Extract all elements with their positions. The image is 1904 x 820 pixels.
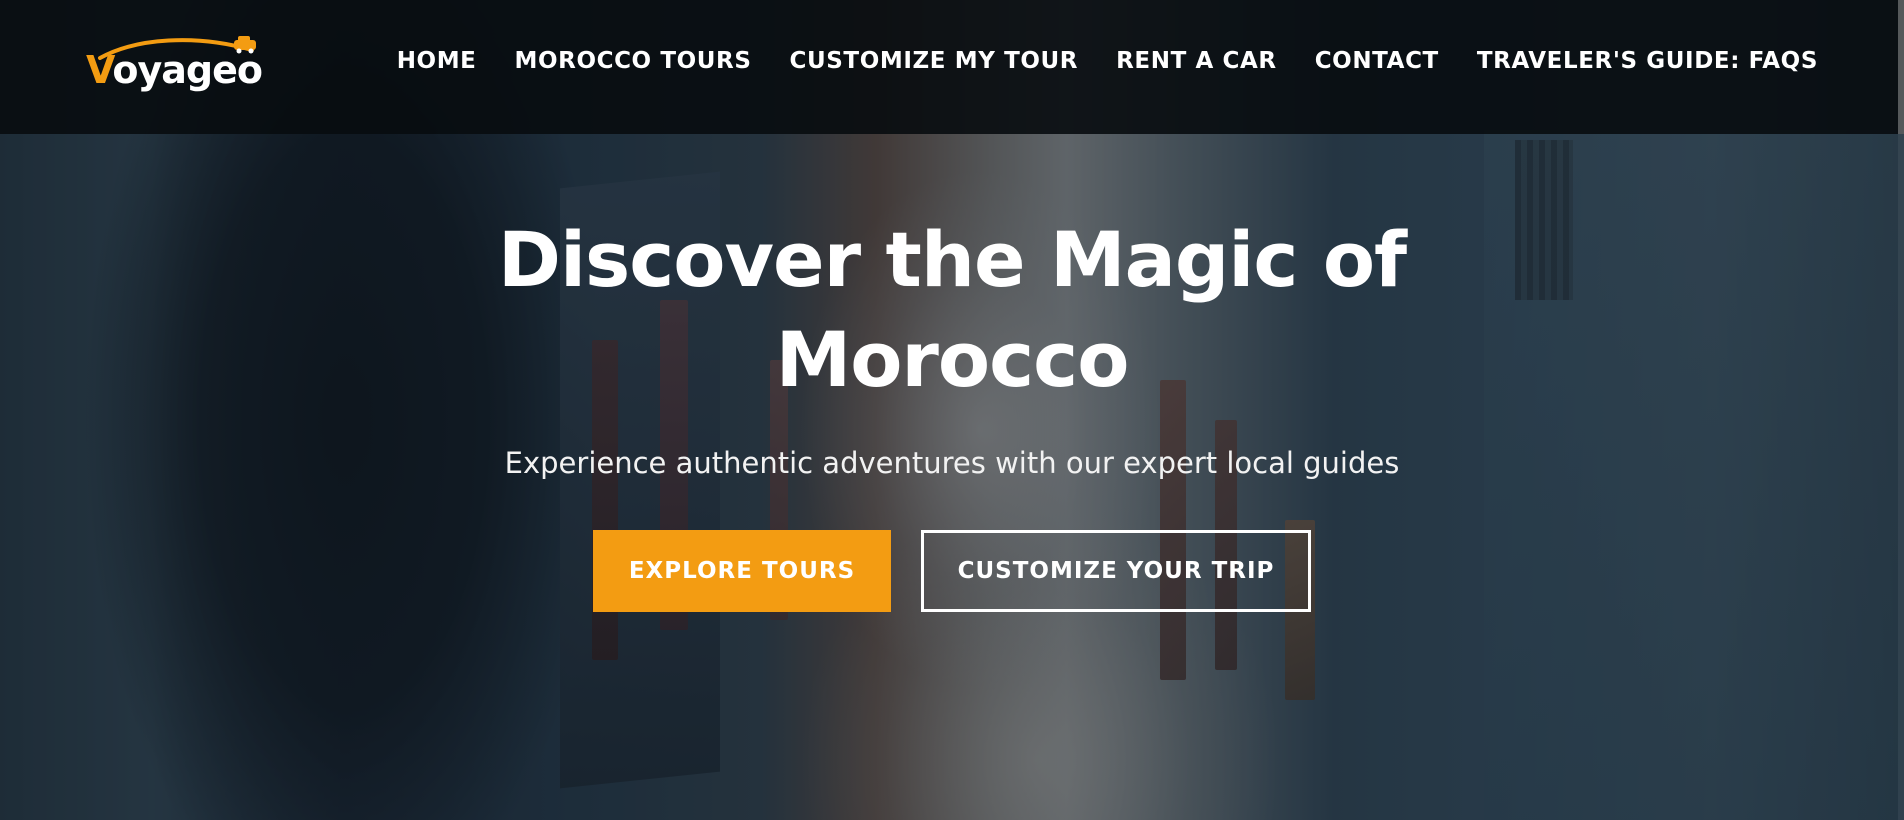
explore-tours-button[interactable]: EXPLORE TOURS	[593, 530, 891, 612]
site-header: Voyageo HOME MOROCCO TOURS CUSTOMIZE MY …	[0, 0, 1904, 134]
nav-item-customize-my-tour[interactable]: CUSTOMIZE MY TOUR	[790, 48, 1079, 74]
hero-title: Discover the Magic of Morocco	[497, 215, 1407, 404]
nav-item-home[interactable]: HOME	[397, 48, 477, 74]
page-scrollbar[interactable]	[1898, 0, 1904, 820]
page: Voyageo HOME MOROCCO TOURS CUSTOMIZE MY …	[0, 0, 1904, 820]
nav-item-contact[interactable]: CONTACT	[1315, 48, 1439, 74]
main-nav: HOME MOROCCO TOURS CUSTOMIZE MY TOUR REN…	[397, 48, 1818, 74]
nav-item-rent-a-car[interactable]: RENT A CAR	[1116, 48, 1277, 74]
logo-wordmark: Voyageo	[86, 48, 263, 92]
scrollbar-thumb[interactable]	[1898, 0, 1904, 134]
hero-section: Discover the Magic of Morocco Experience…	[0, 210, 1904, 612]
nav-item-morocco-tours[interactable]: MOROCCO TOURS	[515, 48, 752, 74]
site-logo[interactable]: Voyageo	[86, 32, 266, 96]
hero-buttons: EXPLORE TOURS CUSTOMIZE YOUR TRIP	[0, 530, 1904, 612]
logo-initial: V	[86, 48, 113, 92]
nav-item-faqs[interactable]: TRAVELER'S GUIDE: FAQS	[1477, 48, 1818, 74]
hero-subtitle: Experience authentic adventures with our…	[504, 446, 1400, 480]
customize-trip-button[interactable]: CUSTOMIZE YOUR TRIP	[921, 530, 1311, 612]
